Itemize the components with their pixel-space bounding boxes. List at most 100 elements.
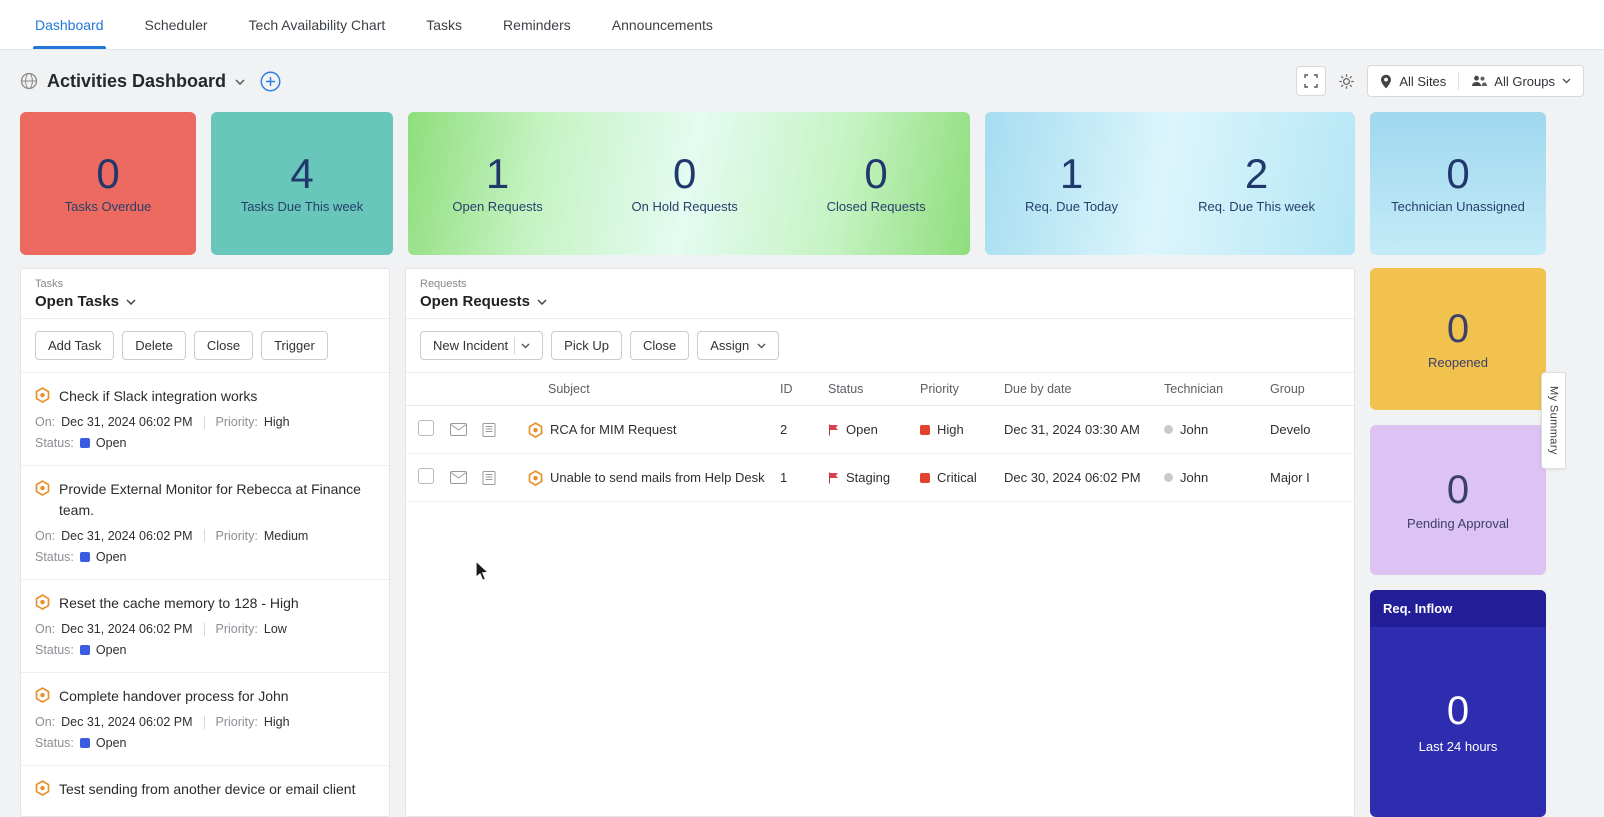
id-column-header[interactable]: ID xyxy=(774,373,822,406)
task-item[interactable]: Reset the cache memory to 128 - High On:… xyxy=(21,579,389,672)
open-requests-label: Open Requests xyxy=(452,199,542,214)
open-requests-value: 1 xyxy=(486,153,509,195)
request-status: Open xyxy=(846,422,878,437)
notes-column-header xyxy=(476,373,522,406)
task-title: Provide External Monitor for Rebecca at … xyxy=(59,479,375,520)
assign-button[interactable]: Assign xyxy=(697,331,779,360)
req-inflow-value: 0 xyxy=(1447,691,1469,731)
request-row[interactable]: RCA for MIM Request 2 Open High xyxy=(406,406,1354,454)
stat-card-req-inflow[interactable]: Req. Inflow 0 Last 24 hours xyxy=(1370,590,1546,817)
tab-tasks[interactable]: Tasks xyxy=(426,0,462,49)
task-list: Check if Slack integration works On: Dec… xyxy=(21,372,389,815)
stat-card-requests-summary[interactable]: 1 Open Requests 0 On Hold Requests 0 Clo… xyxy=(408,112,970,255)
tasks-panel-title: Open Tasks xyxy=(35,293,119,310)
status-label: Status: xyxy=(35,643,74,657)
close-request-button[interactable]: Close xyxy=(630,331,689,360)
req-inflow-label: Last 24 hours xyxy=(1419,739,1498,754)
task-icon xyxy=(35,387,50,403)
pick-up-button[interactable]: Pick Up xyxy=(551,331,622,360)
stat-card-tasks-due-week[interactable]: 4 Tasks Due This week xyxy=(211,112,393,255)
row-checkbox[interactable] xyxy=(418,420,434,436)
add-task-button[interactable]: Add Task xyxy=(35,331,114,360)
all-groups-filter[interactable]: All Groups xyxy=(1459,66,1583,96)
stat-closed-requests[interactable]: 0 Closed Requests xyxy=(782,153,970,214)
new-incident-button[interactable]: New Incident xyxy=(420,331,543,360)
stat-card-requests-due[interactable]: 1 Req. Due Today 2 Req. Due This week xyxy=(985,112,1355,255)
status-open-icon xyxy=(80,645,90,655)
request-subject[interactable]: Unable to send mails from Help Desk xyxy=(550,470,765,485)
tab-announcements[interactable]: Announcements xyxy=(612,0,713,49)
task-priority: Low xyxy=(264,622,287,636)
task-status-value: Open xyxy=(96,736,127,750)
priority-label: Priority: xyxy=(216,529,258,543)
tasks-panel-category: Tasks xyxy=(35,278,375,290)
tab-scheduler[interactable]: Scheduler xyxy=(145,0,208,49)
req-inflow-header: Req. Inflow xyxy=(1370,590,1546,627)
status-open-icon xyxy=(80,552,90,562)
notes-icon[interactable] xyxy=(482,471,516,485)
task-item[interactable]: Complete handover process for John On: D… xyxy=(21,672,389,765)
settings-gear-icon[interactable] xyxy=(1338,73,1355,90)
request-group: Develo xyxy=(1264,406,1354,454)
request-subject[interactable]: RCA for MIM Request xyxy=(550,422,676,437)
task-item[interactable]: Provide External Monitor for Rebecca at … xyxy=(21,465,389,579)
stat-req-due-week[interactable]: 2 Req. Due This week xyxy=(1158,153,1355,214)
req-due-today-label: Req. Due Today xyxy=(1025,199,1118,214)
tasks-overdue-label: Tasks Overdue xyxy=(65,199,152,214)
requests-panel-category: Requests xyxy=(420,278,1340,290)
on-label: On: xyxy=(35,622,55,636)
notes-icon[interactable] xyxy=(482,423,516,437)
trigger-task-button[interactable]: Trigger xyxy=(261,331,328,360)
row-checkbox[interactable] xyxy=(418,468,434,484)
tasks-panel-header: Tasks Open Tasks xyxy=(21,269,389,319)
request-due-date: Dec 31, 2024 03:30 AM xyxy=(998,406,1158,454)
new-incident-label: New Incident xyxy=(433,338,508,353)
dashboard-selector-chevron-icon[interactable] xyxy=(235,77,245,85)
mail-icon[interactable] xyxy=(450,423,470,436)
add-dashboard-button[interactable] xyxy=(260,71,281,92)
stat-onhold-requests[interactable]: 0 On Hold Requests xyxy=(587,153,782,214)
stat-card-pending-approval[interactable]: 0 Pending Approval xyxy=(1370,425,1546,575)
on-label: On: xyxy=(35,415,55,429)
close-task-button[interactable]: Close xyxy=(194,331,253,360)
task-icon xyxy=(35,480,50,496)
request-priority: Critical xyxy=(937,470,977,485)
reopened-value: 0 xyxy=(1447,309,1469,349)
mail-icon[interactable] xyxy=(450,471,470,484)
globe-icon xyxy=(20,72,38,90)
stat-card-reopened[interactable]: 0 Reopened xyxy=(1370,268,1546,410)
task-date: Dec 31, 2024 06:02 PM xyxy=(61,715,192,729)
closed-requests-label: Closed Requests xyxy=(827,199,926,214)
stat-card-technician-unassigned[interactable]: 0 Technician Unassigned xyxy=(1370,112,1546,255)
stat-card-tasks-overdue[interactable]: 0 Tasks Overdue xyxy=(20,112,196,255)
task-date: Dec 31, 2024 06:02 PM xyxy=(61,529,192,543)
priority-column-header[interactable]: Priority xyxy=(914,373,998,406)
tab-tech-availability-chart[interactable]: Tech Availability Chart xyxy=(249,0,386,49)
request-row[interactable]: Unable to send mails from Help Desk 1 St… xyxy=(406,454,1354,502)
tab-dashboard[interactable]: Dashboard xyxy=(35,0,104,49)
all-sites-filter[interactable]: All Sites xyxy=(1368,66,1458,96)
requests-panel-title-dropdown[interactable]: Open Requests xyxy=(420,293,1340,310)
my-summary-tab[interactable]: My Summary xyxy=(1541,372,1566,469)
fullscreen-button[interactable] xyxy=(1296,66,1326,96)
location-pin-icon xyxy=(1380,74,1392,89)
tab-reminders[interactable]: Reminders xyxy=(503,0,571,49)
due-column-header[interactable]: Due by date xyxy=(998,373,1158,406)
group-column-header[interactable]: Group xyxy=(1264,373,1354,406)
technician-column-header[interactable]: Technician xyxy=(1158,373,1264,406)
stat-req-due-today[interactable]: 1 Req. Due Today xyxy=(985,153,1158,214)
tasks-panel-title-dropdown[interactable]: Open Tasks xyxy=(35,293,375,310)
delete-task-button[interactable]: Delete xyxy=(122,331,186,360)
reopened-label: Reopened xyxy=(1428,355,1488,370)
status-label: Status: xyxy=(35,436,74,450)
status-column-header[interactable]: Status xyxy=(822,373,914,406)
task-title: Test sending from another device or emai… xyxy=(59,779,355,799)
stat-open-requests[interactable]: 1 Open Requests xyxy=(408,153,587,214)
mail-column-header xyxy=(444,373,476,406)
status-label: Status: xyxy=(35,550,74,564)
subject-column-header[interactable]: Subject xyxy=(522,373,774,406)
req-due-today-value: 1 xyxy=(1060,153,1083,195)
meta-divider xyxy=(204,529,205,542)
task-item[interactable]: Test sending from another device or emai… xyxy=(21,765,389,814)
task-item[interactable]: Check if Slack integration works On: Dec… xyxy=(21,372,389,465)
